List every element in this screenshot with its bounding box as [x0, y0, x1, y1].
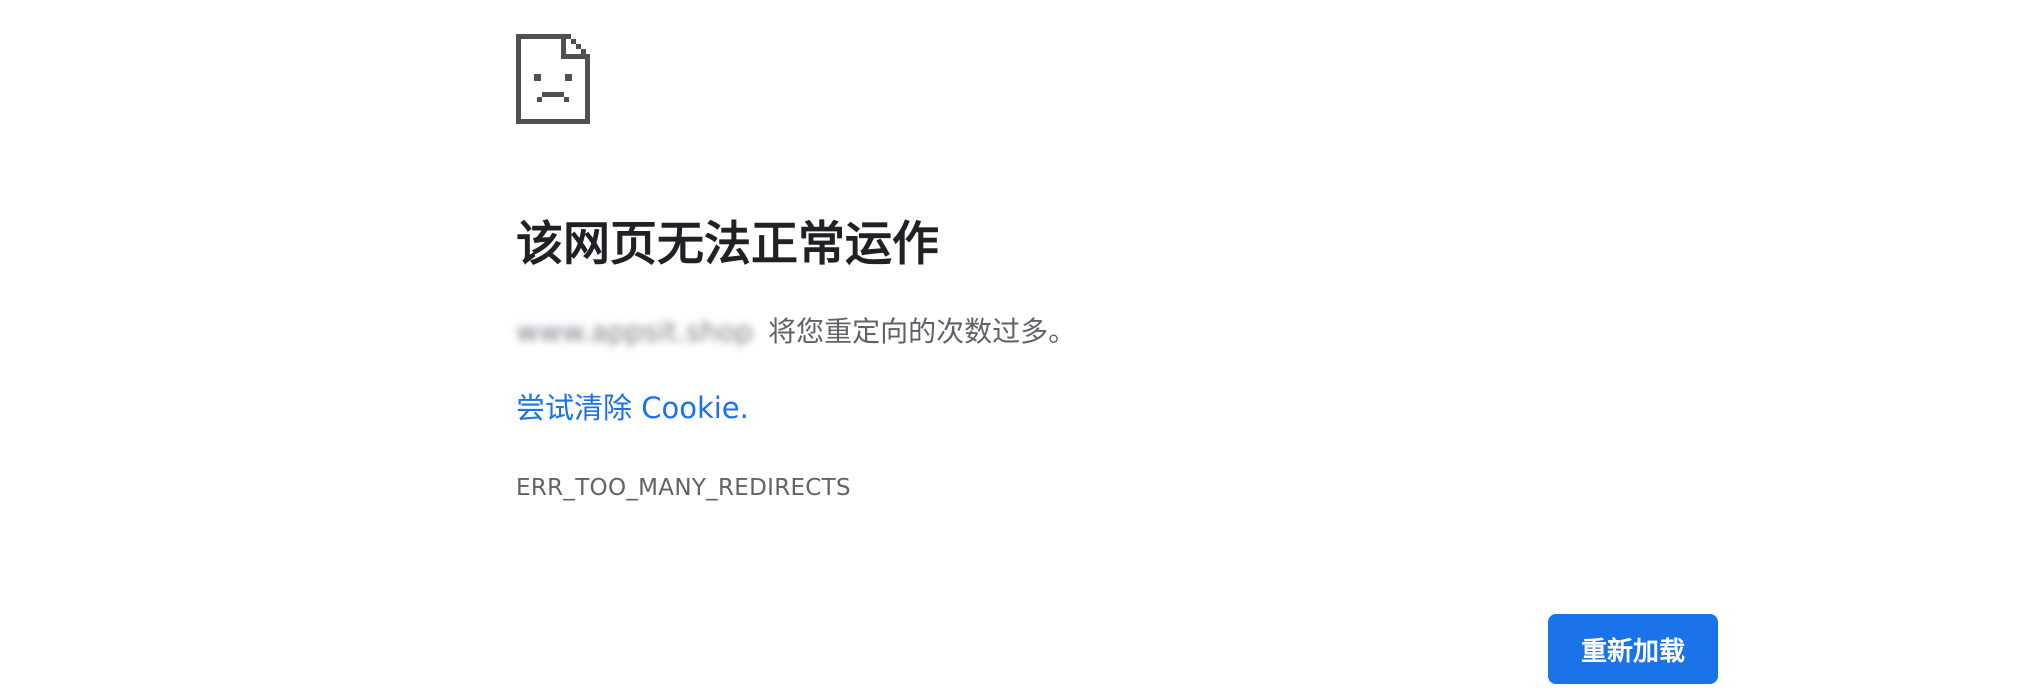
- sad-page-icon: [516, 34, 590, 124]
- reload-button[interactable]: 重新加载: [1548, 614, 1718, 684]
- error-code: ERR_TOO_MANY_REDIRECTS: [516, 475, 851, 501]
- clear-cookies-link[interactable]: 尝试清除 Cookie.: [516, 386, 749, 430]
- redirect-host: www.appsit.shop: [516, 315, 754, 348]
- summary-text: 将您重定向的次数过多。: [768, 315, 1077, 348]
- page-title: 该网页无法正常运作: [516, 217, 939, 272]
- error-summary: www.appsit.shop 将您重定向的次数过多。: [516, 310, 1076, 354]
